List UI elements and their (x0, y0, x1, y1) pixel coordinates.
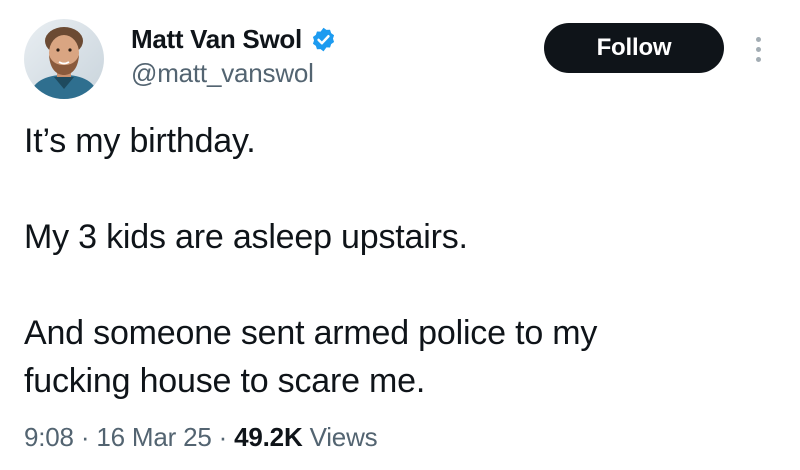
tweet-text-line: My 3 kids are asleep upstairs. (24, 218, 468, 256)
tweet-date[interactable]: 16 Mar 25 (96, 422, 211, 452)
follow-button[interactable]: Follow (544, 23, 724, 73)
more-options-icon[interactable] (748, 29, 768, 69)
views-count: 49.2K (234, 422, 303, 452)
tweet-text-line: fucking house to scare me. (24, 362, 426, 400)
tweet-text-line: It’s my birthday. (24, 122, 256, 160)
meta-separator: · (80, 422, 90, 452)
dot-icon (755, 46, 761, 52)
author-name-row: Matt Van Swol (131, 22, 337, 56)
avatar-photo-icon (24, 19, 104, 99)
tweet-card: Matt Van Swol @matt_vanswol Follow It’s … (0, 0, 800, 470)
meta-separator: · (218, 422, 228, 452)
tweet-meta: 9:08 · 16 Mar 25 · 49.2K Views (24, 422, 378, 453)
tweet-time[interactable]: 9:08 (24, 422, 74, 452)
verified-badge-icon (310, 26, 337, 53)
author-display-name[interactable]: Matt Van Swol (131, 24, 302, 55)
dot-icon (755, 56, 761, 62)
author-avatar[interactable] (24, 19, 104, 99)
views-label: Views (309, 422, 378, 452)
author-handle[interactable]: @matt_vanswol (131, 58, 314, 89)
tweet-text-line: And someone sent armed police to my (24, 314, 598, 352)
dot-icon (755, 36, 761, 42)
